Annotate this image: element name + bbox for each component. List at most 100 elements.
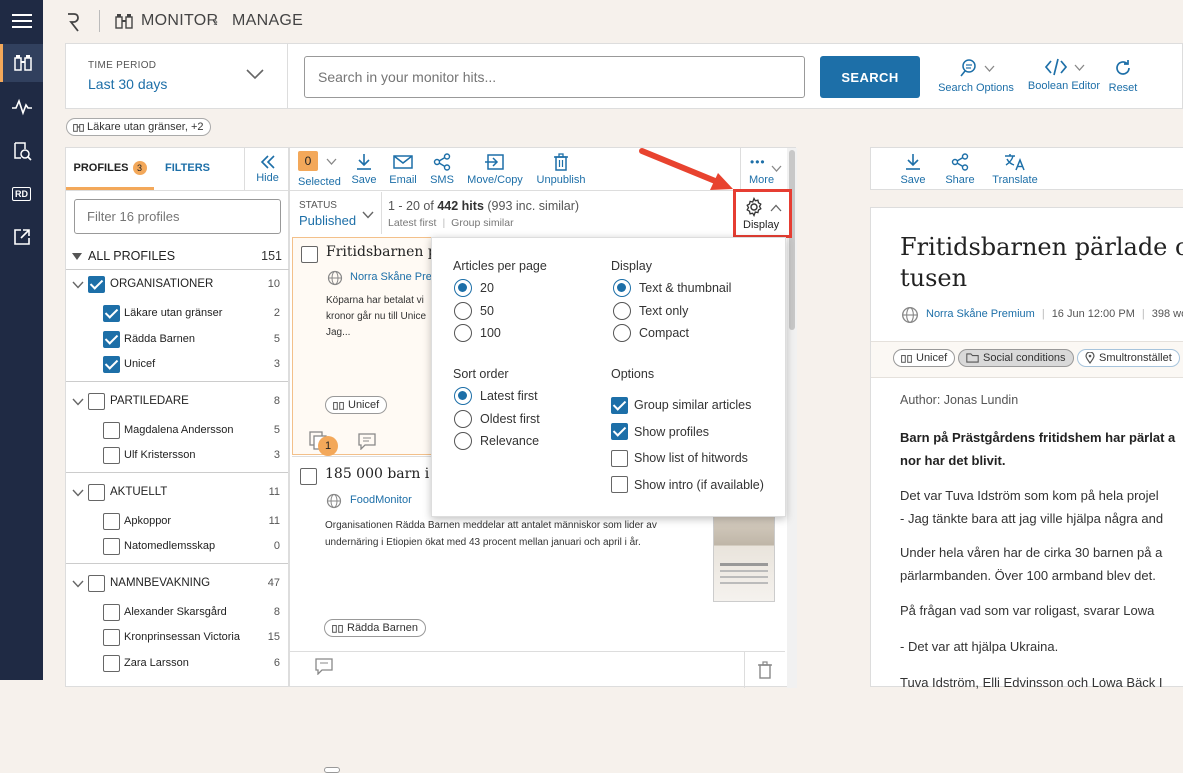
active-filter-chip[interactable]: Läkare utan gränser, +2 [66, 118, 211, 136]
radio-button[interactable] [454, 279, 472, 298]
status-select[interactable]: STATUS Published [290, 192, 382, 234]
display-option[interactable]: Show profiles [611, 419, 764, 446]
radio-button[interactable] [454, 387, 472, 406]
display-option[interactable]: Text only [613, 300, 731, 323]
hide-button[interactable]: Hide [244, 148, 290, 190]
reader-source[interactable]: Norra Skåne Premium [926, 308, 1035, 320]
search-input[interactable] [304, 56, 805, 98]
profile-item-row[interactable]: Alexander Skarsgård 8 [66, 600, 288, 625]
profile-item-row[interactable]: Magdalena Andersson 5 [66, 418, 288, 443]
profile-item-row[interactable]: Natomedlemsskap 0 [66, 534, 288, 559]
profile-item-row[interactable]: Zara Larsson 6 [66, 651, 288, 676]
profile-group-checkbox[interactable] [88, 392, 105, 410]
profile-group-checkbox[interactable] [88, 483, 105, 501]
article-checkbox[interactable] [300, 468, 317, 485]
profile-item-row[interactable]: Unicef 3 [66, 352, 288, 377]
tab-profiles[interactable]: PROFILES 3 [66, 148, 154, 190]
article-source[interactable]: FoodMonitor [350, 494, 412, 506]
profile-group-row[interactable]: NAMNBEVAKNING 47 [66, 571, 288, 596]
profile-tag[interactable] [324, 767, 340, 773]
analytics-icon[interactable] [0, 88, 43, 126]
display-option[interactable]: Compact [613, 322, 731, 345]
display-option[interactable]: Group similar articles [611, 392, 764, 419]
selected-button[interactable]: 0 Selected [296, 151, 341, 189]
email-button[interactable]: Email [388, 148, 418, 190]
comment-icon[interactable] [358, 433, 376, 450]
profile-group-checkbox[interactable] [88, 276, 105, 293]
search-button[interactable]: SEARCH [820, 56, 920, 98]
profile-item-checkbox[interactable] [103, 654, 120, 672]
reader-save-button[interactable]: Save [899, 148, 927, 190]
search-options-button[interactable]: Search Options [936, 58, 1016, 98]
profile-item-checkbox[interactable] [103, 603, 120, 621]
profile-item-row[interactable]: Ulf Kristersson 3 [66, 443, 288, 468]
sort-option[interactable]: Oldest first [454, 408, 540, 431]
radio-button[interactable] [613, 301, 631, 320]
display-button[interactable]: Display [733, 189, 792, 238]
more-button[interactable]: ••• More [740, 148, 786, 190]
radio-button[interactable] [613, 324, 631, 343]
profile-item-checkbox[interactable] [103, 512, 120, 530]
save-button[interactable]: Save [350, 148, 378, 190]
profile-item-checkbox[interactable] [103, 356, 120, 373]
monitor-icon[interactable] [0, 44, 43, 82]
profile-item-row[interactable]: Läkare utan gränser 2 [66, 301, 288, 326]
per-page-option[interactable]: 100 [454, 322, 501, 345]
reader-tag-location[interactable]: Smultronstället [1077, 349, 1180, 367]
profile-group-row[interactable]: PARTILEDARE 8 [66, 389, 288, 414]
profile-filter-input[interactable] [74, 199, 281, 234]
sms-button[interactable]: SMS [428, 148, 456, 190]
profile-item-checkbox[interactable] [103, 538, 120, 555]
delete-article-button[interactable] [744, 652, 785, 688]
display-option[interactable]: Show intro (if available) [611, 472, 764, 499]
sort-option[interactable]: Latest first [454, 385, 540, 408]
profile-item-checkbox[interactable] [103, 629, 120, 646]
radio-button[interactable] [454, 324, 472, 343]
search-doc-icon[interactable] [0, 132, 43, 170]
move-copy-button[interactable]: Move/Copy [466, 148, 524, 190]
display-option[interactable]: Show list of hitwords [611, 445, 764, 472]
profile-group-checkbox[interactable] [88, 574, 105, 592]
all-profiles-row[interactable]: ALL PROFILES 151 [66, 244, 290, 270]
time-period-select[interactable]: TIME PERIOD Last 30 days [66, 44, 288, 108]
reader-share-button[interactable]: Share [945, 148, 975, 190]
profile-tag[interactable]: Rädda Barnen [324, 619, 426, 637]
profile-item-row[interactable]: Kronprinsessan Victoria 15 [66, 625, 288, 650]
logo-icon[interactable] [66, 12, 80, 32]
profile-item-checkbox[interactable] [103, 305, 120, 322]
article-title[interactable]: Fritidsbarnen pä [326, 244, 445, 260]
reader-translate-button[interactable]: Translate [991, 148, 1039, 190]
option-checkbox[interactable] [611, 476, 628, 494]
rd-icon[interactable]: RD [0, 175, 43, 213]
reader-tag-profile[interactable]: Unicef [893, 349, 956, 367]
option-checkbox[interactable] [611, 423, 628, 441]
external-link-icon[interactable] [0, 218, 43, 256]
radio-button[interactable] [454, 301, 472, 320]
profile-tag[interactable]: Unicef [325, 396, 388, 414]
sort-option[interactable]: Relevance [454, 430, 540, 453]
comment-icon[interactable] [315, 658, 333, 675]
profile-item-checkbox[interactable] [103, 447, 120, 464]
profile-group-row[interactable]: AKTUELLT 11 [66, 480, 288, 505]
profile-item-row[interactable]: Rädda Barnen 5 [66, 327, 288, 352]
display-option[interactable]: Text & thumbnail [613, 277, 731, 300]
menu-icon[interactable] [0, 2, 43, 40]
list-item[interactable]: Fritidsbarnen pä Norra Skåne Premiu Köpa… [292, 237, 450, 455]
profile-item-checkbox[interactable] [103, 330, 120, 348]
boolean-editor-button[interactable]: Boolean Editor [1024, 58, 1104, 98]
profile-item-checkbox[interactable] [103, 421, 120, 439]
breadcrumb-monitor[interactable]: MONITOR [141, 12, 218, 30]
unpublish-button[interactable]: Unpublish [536, 148, 586, 190]
radio-button[interactable] [613, 279, 631, 298]
profile-group-row[interactable]: ORGANISATIONER 10 [66, 272, 288, 297]
per-page-option[interactable]: 50 [454, 300, 501, 323]
per-page-option[interactable]: 20 [454, 277, 501, 300]
option-checkbox[interactable] [611, 449, 628, 467]
option-checkbox[interactable] [611, 396, 628, 414]
article-checkbox[interactable] [301, 246, 318, 263]
radio-button[interactable] [454, 409, 472, 428]
reset-button[interactable]: Reset [1106, 58, 1140, 98]
radio-button[interactable] [454, 432, 472, 451]
article-thumbnail[interactable] [713, 514, 775, 602]
reader-tag-category[interactable]: Social conditions [958, 349, 1074, 367]
